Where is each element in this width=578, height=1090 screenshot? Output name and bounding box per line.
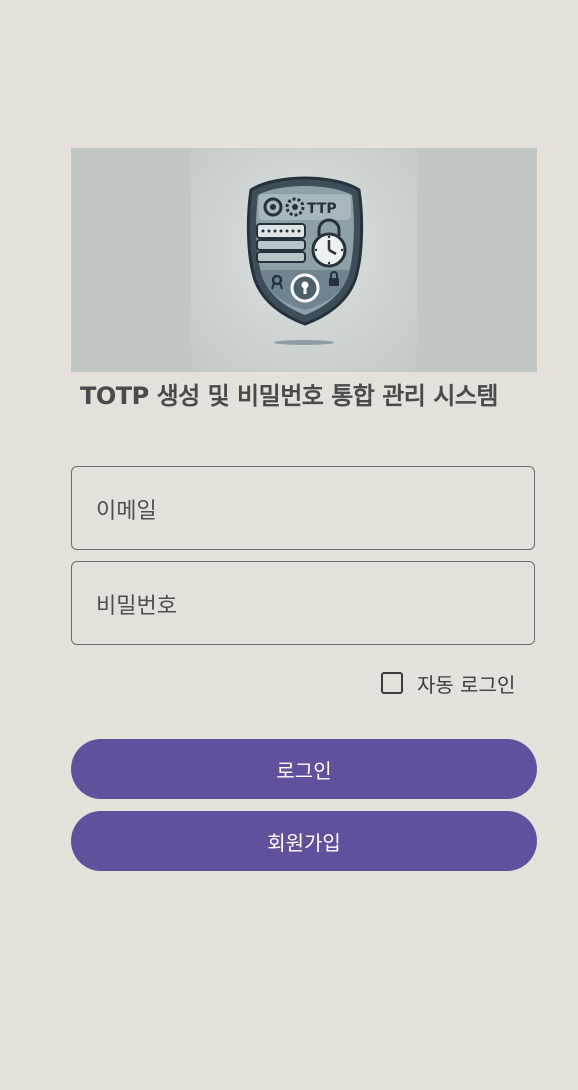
auto-login-checkbox[interactable]	[381, 672, 403, 694]
page-title: TOTP 생성 및 비밀번호 통합 관리 시스템	[80, 382, 499, 410]
hero-image: TTP	[71, 148, 537, 372]
password-placeholder: 비밀번호	[96, 594, 177, 619]
password-field[interactable]: 비밀번호	[71, 561, 535, 645]
email-placeholder: 이메일	[96, 499, 157, 524]
email-field[interactable]: 이메일	[71, 466, 535, 550]
auto-login-label: 자동 로그인	[417, 672, 516, 697]
shield-text: TTP	[307, 201, 337, 217]
login-button[interactable]: 로그인	[71, 739, 537, 799]
shield-lock-icon: TTP	[246, 176, 364, 326]
auto-login-toggle[interactable]: 자동 로그인	[381, 669, 515, 697]
hero-shadow	[274, 340, 334, 345]
signup-button[interactable]: 회원가입	[71, 811, 537, 871]
